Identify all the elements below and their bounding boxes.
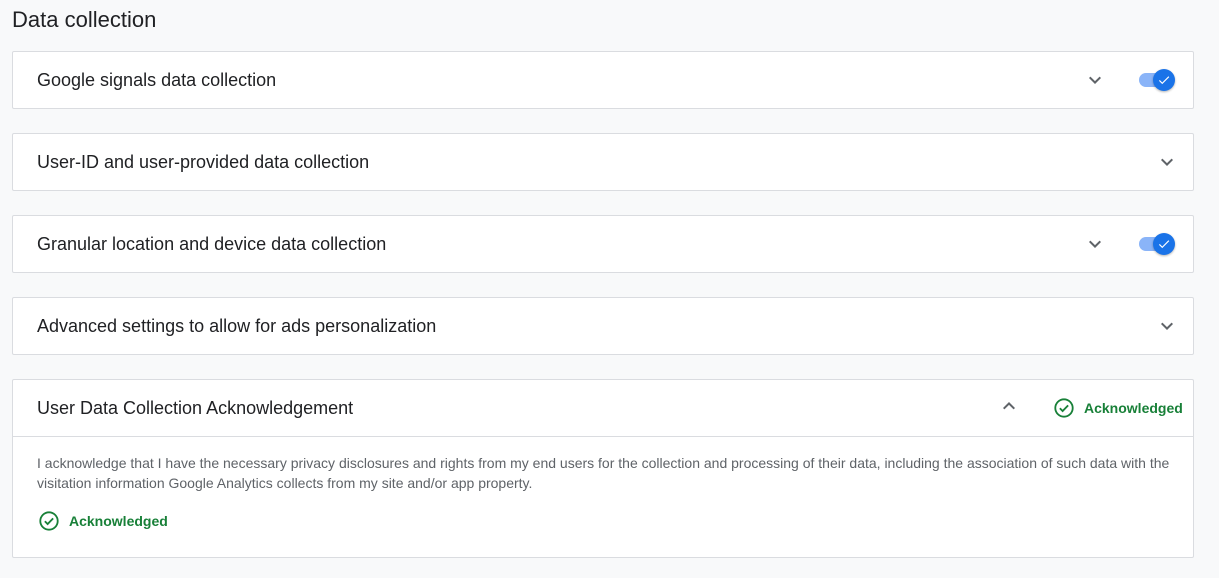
panel-title: Advanced settings to allow for ads perso… — [37, 316, 437, 336]
check-circle-icon — [1053, 397, 1075, 419]
panel-title: User-ID and user-provided data collectio… — [37, 152, 370, 172]
panel-header-google-signals[interactable]: Google signals data collection — [13, 52, 1193, 108]
chevron-down-icon[interactable] — [1083, 68, 1107, 92]
acknowledged-status-body: Acknowledged — [38, 510, 168, 532]
panel-header-ads-personalization[interactable]: Advanced settings to allow for ads perso… — [13, 298, 1193, 354]
panel-header-user-id[interactable]: User-ID and user-provided data collectio… — [13, 134, 1193, 190]
panel-body: I acknowledge that I have the necessary … — [13, 437, 1193, 556]
chevron-down-icon[interactable] — [1155, 150, 1179, 174]
acknowledged-status: Acknowledged — [1053, 397, 1183, 419]
acknowledged-label: Acknowledged — [1084, 400, 1183, 416]
chevron-down-icon[interactable] — [1083, 232, 1107, 256]
check-icon — [1158, 76, 1170, 85]
granular-location-toggle[interactable] — [1139, 232, 1175, 256]
panel-title: Google signals data collection — [37, 70, 277, 90]
panel-user-data-acknowledgement: User Data Collection Acknowledgement Ack… — [12, 379, 1194, 558]
panel-granular-location: Granular location and device data collec… — [12, 215, 1194, 273]
acknowledgement-text: I acknowledge that I have the necessary … — [37, 455, 1170, 491]
acknowledged-label: Acknowledged — [69, 513, 168, 529]
panel-ads-personalization: Advanced settings to allow for ads perso… — [12, 297, 1194, 355]
toggle-thumb — [1153, 69, 1175, 91]
chevron-up-icon[interactable] — [997, 394, 1021, 418]
panel-user-id: User-ID and user-provided data collectio… — [12, 133, 1194, 191]
chevron-down-icon[interactable] — [1155, 314, 1179, 338]
panel-google-signals: Google signals data collection — [12, 51, 1194, 109]
panel-header-granular-location[interactable]: Granular location and device data collec… — [13, 216, 1193, 272]
google-signals-toggle[interactable] — [1139, 68, 1175, 92]
toggle-thumb — [1153, 233, 1175, 255]
check-circle-icon — [38, 510, 60, 532]
panel-title: Granular location and device data collec… — [37, 234, 387, 254]
panel-title: User Data Collection Acknowledgement — [37, 398, 354, 418]
page-title: Data collection — [12, 7, 157, 32]
check-icon — [1158, 240, 1170, 249]
panel-header-user-data-acknowledgement[interactable]: User Data Collection Acknowledgement Ack… — [13, 380, 1193, 436]
